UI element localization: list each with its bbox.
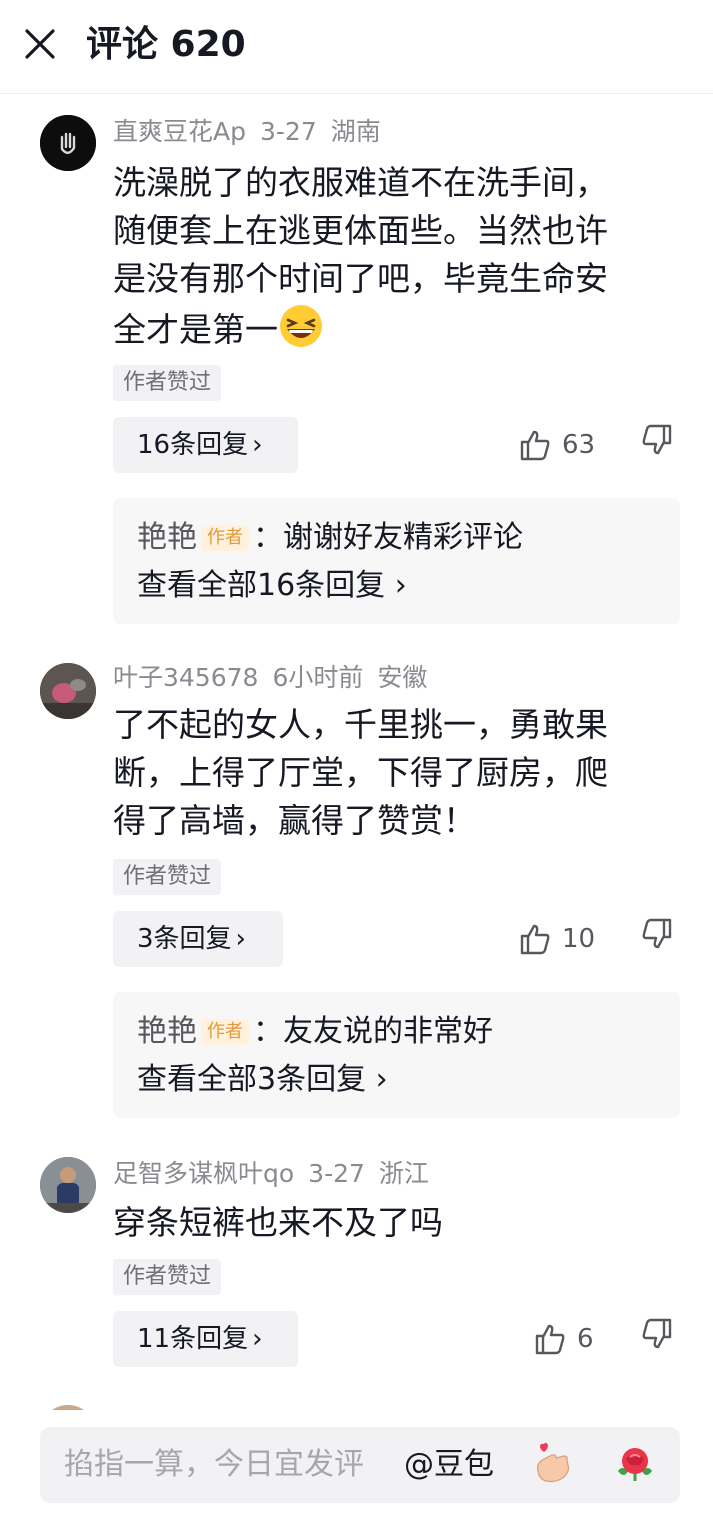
comment-line: 是没有那个时间了吧，毕竟生命安 bbox=[113, 259, 608, 298]
like-count: 10 bbox=[562, 924, 596, 954]
replies-label: 16条回复 bbox=[137, 430, 249, 460]
heart-hand-icon[interactable] bbox=[530, 1441, 576, 1487]
chevron-right-icon: › bbox=[252, 1324, 263, 1354]
thumbs-down-icon bbox=[642, 918, 672, 949]
chevron-right-icon: › bbox=[235, 924, 246, 954]
username[interactable]: 叶子345678 bbox=[113, 663, 258, 692]
dislike-button[interactable] bbox=[640, 423, 680, 467]
avatar[interactable] bbox=[40, 1157, 96, 1213]
thumbs-up-icon bbox=[520, 430, 550, 461]
comment-line: 断，上得了厅堂，下得了厨房，爬 bbox=[113, 753, 608, 792]
comments-header: 评论 620 bbox=[0, 0, 713, 94]
see-all-replies[interactable]: 查看全部3条回复 › bbox=[137, 1058, 680, 1102]
reply-author-name[interactable]: 艳艳 bbox=[137, 1014, 197, 1049]
chevron-right-icon: › bbox=[252, 430, 263, 460]
comment-date: 6小时前 bbox=[272, 663, 364, 692]
like-button[interactable]: 10 bbox=[518, 917, 595, 961]
replies-button[interactable]: 11条回复 › bbox=[113, 1311, 298, 1367]
replies-button[interactable]: 16条回复 › bbox=[113, 417, 298, 473]
like-button[interactable]: 6 bbox=[533, 1317, 594, 1361]
like-count: 6 bbox=[577, 1324, 594, 1354]
comment-location: 浙江 bbox=[378, 1159, 429, 1188]
close-icon bbox=[25, 29, 55, 59]
comment-list[interactable]: 直爽豆花Ap 3-27 湖南 洗澡脱了的衣服难道不在洗手间， 随便套上在逃更体面些。… bbox=[0, 95, 713, 1410]
chevron-right-icon: › bbox=[366, 1062, 388, 1097]
comment-date: 3-27 bbox=[259, 117, 317, 146]
comment-location: 安徽 bbox=[377, 663, 428, 692]
see-all-label: 查看全部16条回复 bbox=[137, 568, 386, 603]
avatar-photo-icon bbox=[40, 1157, 96, 1213]
comment-meta: 直爽豆花Ap 3-27 湖南 bbox=[113, 115, 395, 149]
comment-line: 得了高墙，赢得了赞赏！ bbox=[113, 801, 476, 840]
avatar-photo-icon bbox=[40, 663, 96, 719]
comment-line-last: 全才是第一 bbox=[113, 303, 673, 354]
see-all-label: 查看全部3条回复 bbox=[137, 1062, 367, 1097]
comment-location: 湖南 bbox=[330, 117, 381, 146]
rose-icon[interactable] bbox=[612, 1441, 658, 1487]
comment-meta: 叶子345678 6小时前 安徽 bbox=[113, 661, 441, 695]
thumbs-up-icon bbox=[520, 924, 550, 955]
mention-doubao[interactable]: @豆包 bbox=[404, 1427, 494, 1503]
dislike-button[interactable] bbox=[640, 917, 680, 961]
avatar[interactable] bbox=[40, 115, 96, 171]
close-button[interactable] bbox=[22, 26, 58, 62]
comment-line: 随便套上在逃更体面些。当然也许 bbox=[113, 211, 608, 250]
grinning-squint-emoji-icon bbox=[278, 303, 324, 349]
author-liked-badge: 作者赞过 bbox=[113, 859, 222, 895]
replies-label: 11条回复 bbox=[137, 1324, 249, 1354]
comment-text: 洗澡脱了的衣服难道不在洗手间， 随便套上在逃更体面些。当然也许 是没有那个时间了… bbox=[113, 159, 673, 354]
chevron-right-icon: › bbox=[385, 568, 407, 603]
reply-preview-line: 艳艳 作者 ：友友说的非常好 bbox=[137, 1010, 680, 1054]
reply-preview[interactable]: 艳艳 作者 ：友友说的非常好 查看全部3条回复 › bbox=[113, 992, 680, 1118]
comment-text: 了不起的女人，千里挑一，勇敢果 断，上得了厅堂，下得了厨房，爬 得了高墙，赢得了… bbox=[113, 701, 673, 845]
thumbs-down-icon bbox=[642, 424, 672, 455]
comment-line: 洗澡脱了的衣服难道不在洗手间， bbox=[113, 163, 608, 202]
dislike-button[interactable] bbox=[640, 1317, 680, 1361]
comment-input[interactable]: 掐指一算，今日宜发评 @豆包 bbox=[40, 1427, 680, 1503]
avatar[interactable] bbox=[40, 663, 96, 719]
username[interactable]: 直爽豆花Ap bbox=[113, 117, 246, 146]
thumbs-down-icon bbox=[642, 1318, 672, 1349]
see-all-replies[interactable]: 查看全部16条回复 › bbox=[137, 564, 680, 608]
reply-preview[interactable]: 艳艳 作者 ：谢谢好友精彩评论 查看全部16条回复 › bbox=[113, 498, 680, 624]
reply-text: ：友友说的非常好 bbox=[253, 1014, 493, 1049]
author-liked-badge: 作者赞过 bbox=[113, 1259, 222, 1295]
author-tag: 作者 bbox=[201, 525, 249, 551]
replies-label: 3条回复 bbox=[137, 924, 232, 954]
like-button[interactable]: 63 bbox=[518, 423, 595, 467]
comment-meta: 足智多谋枫叶qo 3-27 浙江 bbox=[113, 1157, 443, 1191]
comment-line: 穿条短裤也来不及了吗 bbox=[113, 1203, 443, 1242]
username[interactable]: 足智多谋枫叶qo bbox=[113, 1159, 294, 1188]
avatar-hand-icon bbox=[40, 115, 96, 171]
reply-text: ：谢谢好友精彩评论 bbox=[253, 520, 523, 555]
comment-text: 穿条短裤也来不及了吗 bbox=[113, 1199, 673, 1247]
comment-input-placeholder: 掐指一算，今日宜发评 bbox=[64, 1447, 364, 1482]
comments-title: 评论 620 bbox=[86, 24, 246, 65]
comment-composer: 掐指一算，今日宜发评 @豆包 bbox=[0, 1410, 713, 1527]
author-tag: 作者 bbox=[201, 1019, 249, 1045]
like-count: 63 bbox=[562, 430, 596, 460]
replies-button[interactable]: 3条回复 › bbox=[113, 911, 283, 967]
comment-line: 全才是第一 bbox=[113, 310, 278, 349]
comment-line: 了不起的女人，千里挑一，勇敢果 bbox=[113, 705, 608, 744]
reply-author-name[interactable]: 艳艳 bbox=[137, 520, 197, 555]
thumbs-up-icon bbox=[535, 1324, 565, 1355]
reply-preview-line: 艳艳 作者 ：谢谢好友精彩评论 bbox=[137, 516, 680, 560]
author-liked-badge: 作者赞过 bbox=[113, 365, 222, 401]
comment-date: 3-27 bbox=[308, 1159, 365, 1188]
